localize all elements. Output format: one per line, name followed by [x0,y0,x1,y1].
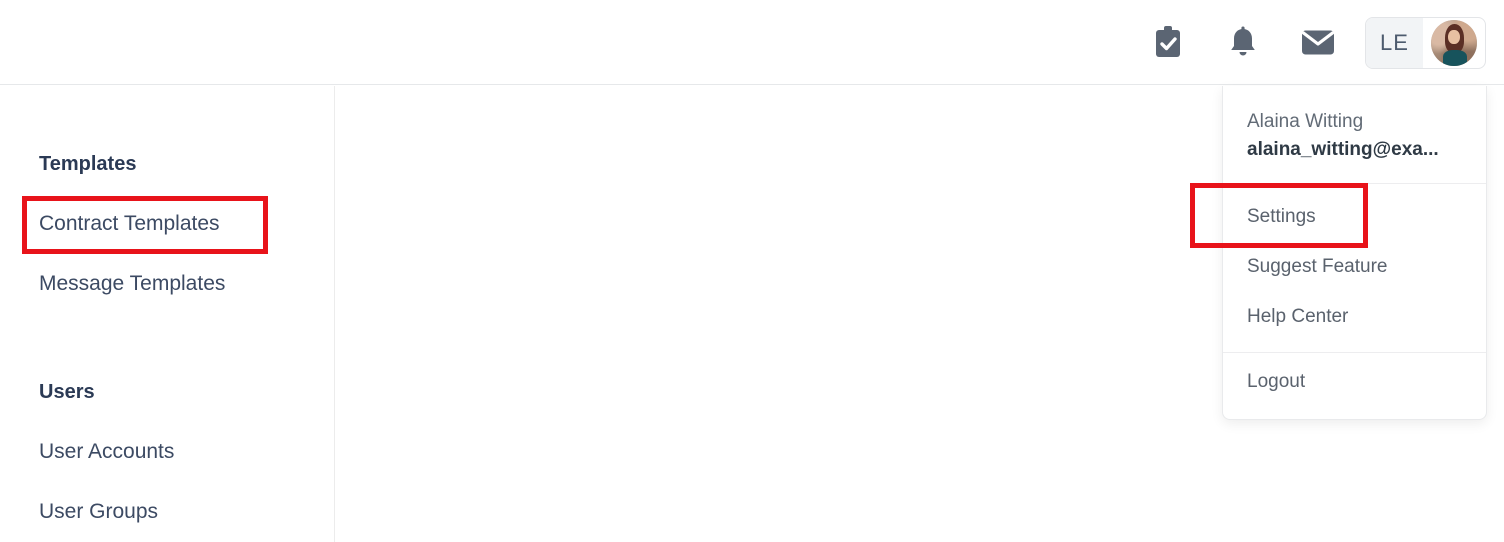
envelope-icon [1301,29,1335,56]
dropdown-user-name: Alaina Witting [1247,111,1364,132]
top-bar: LE [0,0,1504,85]
app-screen: LE Templates Contract Templates Message … [0,0,1504,542]
dropdown-item-settings[interactable]: Settings [1223,192,1486,242]
dropdown-user-email: alaina_witting@exa... [1247,138,1439,160]
messages-button[interactable] [1280,13,1355,73]
notifications-button[interactable] [1205,13,1280,73]
bell-icon [1228,26,1258,59]
sidebar-item-message-templates[interactable]: Message Templates [39,272,225,296]
tasks-button[interactable] [1130,13,1205,73]
sidebar-section-title-templates: Templates [39,153,137,175]
profile-initials: LE [1366,17,1423,68]
clipboard-check-icon [1153,26,1183,59]
dropdown-item-help-center[interactable]: Help Center [1223,292,1486,342]
sidebar-section-title-users: Users [39,381,95,403]
dropdown-item-suggest-feature[interactable]: Suggest Feature [1223,242,1486,292]
sidebar-item-user-groups[interactable]: User Groups [39,500,158,524]
top-bar-actions: LE [1130,0,1486,85]
profile-dropdown-menu: Alaina Witting alaina_witting@exa... Set… [1222,86,1487,421]
dropdown-divider [1223,352,1486,354]
avatar [1423,18,1485,68]
dropdown-user-info: Alaina Witting alaina_witting@exa... [1223,86,1486,185]
dropdown-item-logout[interactable]: Logout [1223,357,1486,407]
sidebar: Templates Contract Templates Message Tem… [0,86,335,542]
profile-menu-button[interactable]: LE [1365,16,1486,69]
sidebar-item-contract-templates[interactable]: Contract Templates [39,212,220,236]
sidebar-item-user-accounts[interactable]: User Accounts [39,440,174,464]
